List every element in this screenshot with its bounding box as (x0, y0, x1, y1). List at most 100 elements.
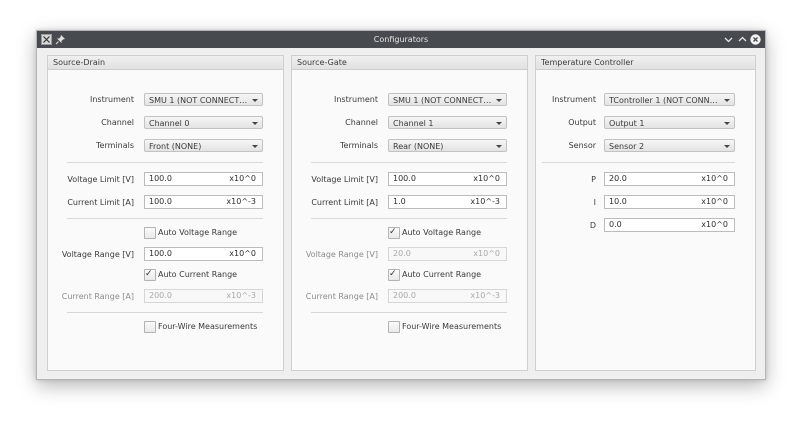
instrument-value: SMU 1 (NOT CONNECTED) (393, 96, 498, 105)
separator (67, 312, 263, 313)
separator (542, 162, 735, 163)
checkbox-box: ✓ (388, 269, 400, 281)
d-label: D (589, 221, 596, 230)
current-limit-unit: x10^-3 (226, 197, 256, 206)
separator (67, 218, 263, 219)
panel-header: Source-Drain (48, 56, 283, 70)
voltage-range-value: 20.0 (393, 249, 411, 258)
instrument-label: Instrument (89, 95, 134, 104)
chevron-down-icon (252, 122, 258, 125)
voltage-range-unit: x10^0 (473, 249, 500, 258)
chevron-down-icon (252, 99, 258, 102)
four-wire-checkbox[interactable]: Four-Wire Measurements (388, 321, 518, 333)
voltage-limit-label: Voltage Limit [V] (311, 175, 378, 184)
configurators-window: Configurators Source-Drain Instrument SM… (36, 30, 766, 380)
i-field[interactable]: 10.0 x10^0 (604, 195, 735, 209)
auto-current-range-label: Auto Current Range (158, 270, 238, 279)
voltage-range-field[interactable]: 100.0 x10^0 (144, 247, 263, 261)
chevron-down-icon (496, 99, 502, 102)
d-unit: x10^0 (701, 220, 728, 229)
chevron-down-icon (252, 145, 258, 148)
instrument-dropdown[interactable]: TController 1 (NOT CONNECT... (604, 93, 735, 106)
window-title: Configurators (373, 35, 429, 44)
auto-voltage-range-checkbox[interactable]: Auto Voltage Range (144, 227, 264, 239)
panel-header: Source-Gate (292, 56, 527, 70)
current-limit-value: 100.0 (149, 197, 172, 206)
close-icon[interactable] (750, 34, 761, 45)
d-value: 0.0 (609, 220, 622, 229)
check-mark-icon: ✓ (145, 269, 153, 279)
current-range-field: 200.0 x10^-3 (144, 289, 263, 303)
channel-value: Channel 0 (149, 119, 190, 128)
terminals-label: Terminals (96, 141, 134, 150)
instrument-dropdown[interactable]: SMU 1 (NOT CONNECTED) (144, 93, 263, 106)
current-range-unit: x10^-3 (226, 291, 256, 300)
terminals-dropdown[interactable]: Rear (NONE) (388, 139, 507, 152)
output-value: Output 1 (609, 119, 645, 128)
auto-current-range-checkbox[interactable]: ✓ Auto Current Range (144, 269, 264, 281)
terminals-label: Terminals (340, 141, 378, 150)
voltage-range-value: 100.0 (149, 249, 172, 258)
i-value: 10.0 (609, 197, 627, 206)
chevron-up-icon[interactable] (737, 34, 748, 45)
terminals-value: Rear (NONE) (393, 142, 444, 151)
voltage-limit-field[interactable]: 100.0 x10^0 (388, 172, 507, 186)
instrument-value: TController 1 (NOT CONNECT... (609, 96, 732, 105)
current-range-unit: x10^-3 (470, 291, 500, 300)
current-range-field: 200.0 x10^-3 (388, 289, 507, 303)
instrument-label: Instrument (551, 95, 596, 104)
voltage-limit-unit: x10^0 (229, 174, 256, 183)
check-mark-icon: ✓ (389, 269, 397, 279)
terminals-dropdown[interactable]: Front (NONE) (144, 139, 263, 152)
checkbox-box (144, 321, 156, 333)
current-limit-unit: x10^-3 (470, 197, 500, 206)
auto-current-range-label: Auto Current Range (402, 270, 482, 279)
checkbox-box (144, 227, 156, 239)
sensor-value: Sensor 2 (609, 142, 645, 151)
four-wire-checkbox[interactable]: Four-Wire Measurements (144, 321, 274, 333)
voltage-range-label: Voltage Range [V] (61, 250, 134, 259)
panel-header: Temperature Controller (536, 56, 755, 70)
current-limit-label: Current Limit [A] (67, 198, 134, 207)
current-limit-field[interactable]: 1.0 x10^-3 (388, 195, 507, 209)
current-limit-field[interactable]: 100.0 x10^-3 (144, 195, 263, 209)
voltage-limit-field[interactable]: 100.0 x10^0 (144, 172, 263, 186)
auto-voltage-range-checkbox[interactable]: ✓ Auto Voltage Range (388, 227, 508, 239)
auto-current-range-checkbox[interactable]: ✓ Auto Current Range (388, 269, 508, 281)
current-limit-value: 1.0 (393, 197, 406, 206)
p-field[interactable]: 20.0 x10^0 (604, 172, 735, 186)
voltage-range-unit: x10^0 (229, 249, 256, 258)
p-label: P (591, 175, 596, 184)
check-mark-icon: ✓ (389, 227, 397, 237)
separator (311, 218, 507, 219)
auto-voltage-range-label: Auto Voltage Range (402, 228, 482, 237)
d-field[interactable]: 0.0 x10^0 (604, 218, 735, 232)
source-gate-panel: Source-Gate Instrument SMU 1 (NOT CONNEC… (291, 55, 528, 371)
channel-dropdown[interactable]: Channel 0 (144, 116, 263, 129)
separator (311, 162, 507, 163)
checkbox-box: ✓ (144, 269, 156, 281)
voltage-range-label: Voltage Range [V] (305, 250, 378, 259)
checkbox-box (388, 321, 400, 333)
chevron-down-icon[interactable] (723, 34, 734, 45)
channel-dropdown[interactable]: Channel 1 (388, 116, 507, 129)
output-dropdown[interactable]: Output 1 (604, 116, 735, 129)
chevron-down-icon (496, 145, 502, 148)
sensor-dropdown[interactable]: Sensor 2 (604, 139, 735, 152)
terminals-value: Front (NONE) (149, 142, 202, 151)
output-label: Output (568, 118, 596, 127)
checkbox-box: ✓ (388, 227, 400, 239)
instrument-dropdown[interactable]: SMU 1 (NOT CONNECTED) (388, 93, 507, 106)
voltage-limit-value: 100.0 (149, 174, 172, 183)
channel-value: Channel 1 (393, 119, 434, 128)
title-bar: Configurators (37, 31, 765, 48)
channel-label: Channel (345, 118, 378, 127)
current-limit-label: Current Limit [A] (311, 198, 378, 207)
chevron-down-icon (724, 145, 730, 148)
current-range-value: 200.0 (393, 291, 416, 300)
sensor-label: Sensor (568, 141, 596, 150)
p-value: 20.0 (609, 174, 627, 183)
four-wire-label: Four-Wire Measurements (402, 322, 502, 331)
voltage-limit-value: 100.0 (393, 174, 416, 183)
current-range-value: 200.0 (149, 291, 172, 300)
